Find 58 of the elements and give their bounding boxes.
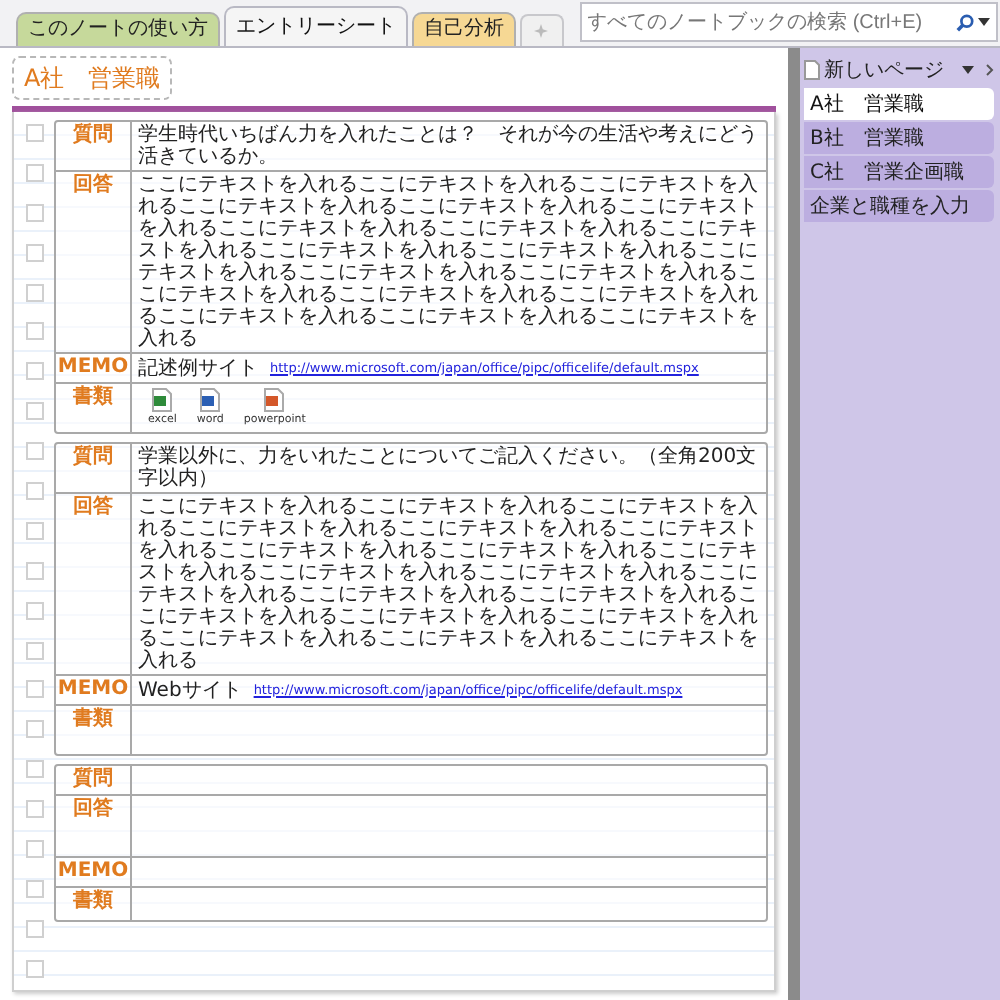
dropdown-arrow-icon[interactable] [962,66,974,74]
document-icon[interactable] [200,388,221,412]
square-icon [25,362,43,381]
row-label: 書類 [56,384,132,432]
square-icon [25,641,43,660]
square-icon [25,482,43,501]
page-tab[interactable]: 企業と職種を入力 [804,190,994,222]
search-field[interactable]: すべてのノートブックの検索 (Ctrl+E) [579,2,998,42]
search-icon[interactable] [956,13,974,31]
square-icon [25,720,43,739]
section-tab[interactable]: エントリーシート [224,6,408,46]
row-label: 回答 [56,172,132,352]
page-tab[interactable]: B社 営業職 [804,122,994,154]
row-label: 質問 [56,766,132,794]
cell-text: 学業以外に、力をいれたことについてご記入ください。（全角200文字以内） [138,446,759,490]
row-label: 書類 [56,706,132,754]
square-icon [25,521,43,540]
square-icon [25,760,43,779]
row-label: 質問 [56,444,132,492]
section-tab[interactable]: このノートの使い方 [16,12,220,46]
section-tab[interactable]: 自己分析 [412,12,516,46]
square-icon [25,163,43,182]
row-label: 回答 [56,796,132,856]
square-icon [25,601,43,620]
square-icon [25,800,43,819]
square-icon [25,283,43,302]
memo-text: 記述例サイト [138,357,258,379]
row-label: MEMO [56,676,132,704]
page-icon [804,60,820,80]
square-icon [25,442,43,461]
square-icon [25,203,43,222]
document-icon[interactable] [152,388,173,412]
square-icon [25,243,43,262]
square-icon [25,680,43,699]
chevron-right-icon[interactable] [986,64,994,76]
cell-text: ここにテキストを入れるここにテキストを入れるここにテキストを入れるここにテキストを入れるここにテキストを入れるここにテキストを入れるここにテキストを入れるここにテキストを入れるここにテキストを入れるここにテキストを入れるここにテキストを入れるここにテキストを入れるここにテキストを入れるここにテキストを入れるここにテキストを入れるここにテキストを入れるここにテキストを入れるここにテキストを入れるここにテキストを入れるここにテキストを入れる [138,174,760,350]
dropdown-arrow-icon[interactable] [978,18,990,26]
square-icon [25,402,43,421]
square-icon [25,919,43,938]
document-icon[interactable] [264,388,285,412]
square-icon [25,879,43,898]
page-tab[interactable]: C社 営業企画職 [804,156,994,188]
row-label: 質問 [56,122,132,170]
square-icon [25,124,43,142]
cell-text: ここにテキストを入れるここにテキストを入れるここにテキストを入れるここにテキストを入れるここにテキストを入れるここにテキストを入れるここにテキストを入れるここにテキストを入れるここにテキストを入れるここにテキストを入れるここにテキストを入れるここにテキストを入れるここにテキストを入れるここにテキストを入れるここにテキストを入れるここにテキストを入れるここにテキストを入れるここにテキストを入れるここにテキストを入れるここにテキストを入れる [138,496,760,672]
row-label: 回答 [56,494,132,674]
cell-text: 学生時代いちばん力を入れたことは？ それが今の生活や考えにどう活きているか。 [138,124,760,168]
star-icon [534,24,549,38]
square-icon [25,322,43,341]
row-label: MEMO [56,354,132,382]
square-icon [25,561,43,580]
row-label: MEMO [56,858,132,886]
new-page-button[interactable]: 新しいページ [804,54,994,86]
row-label: 書類 [56,888,132,920]
square-icon [25,959,43,978]
page-tab[interactable]: A社 営業職 [804,88,994,120]
memo-text: Webサイト [138,679,242,701]
square-icon [25,840,43,859]
